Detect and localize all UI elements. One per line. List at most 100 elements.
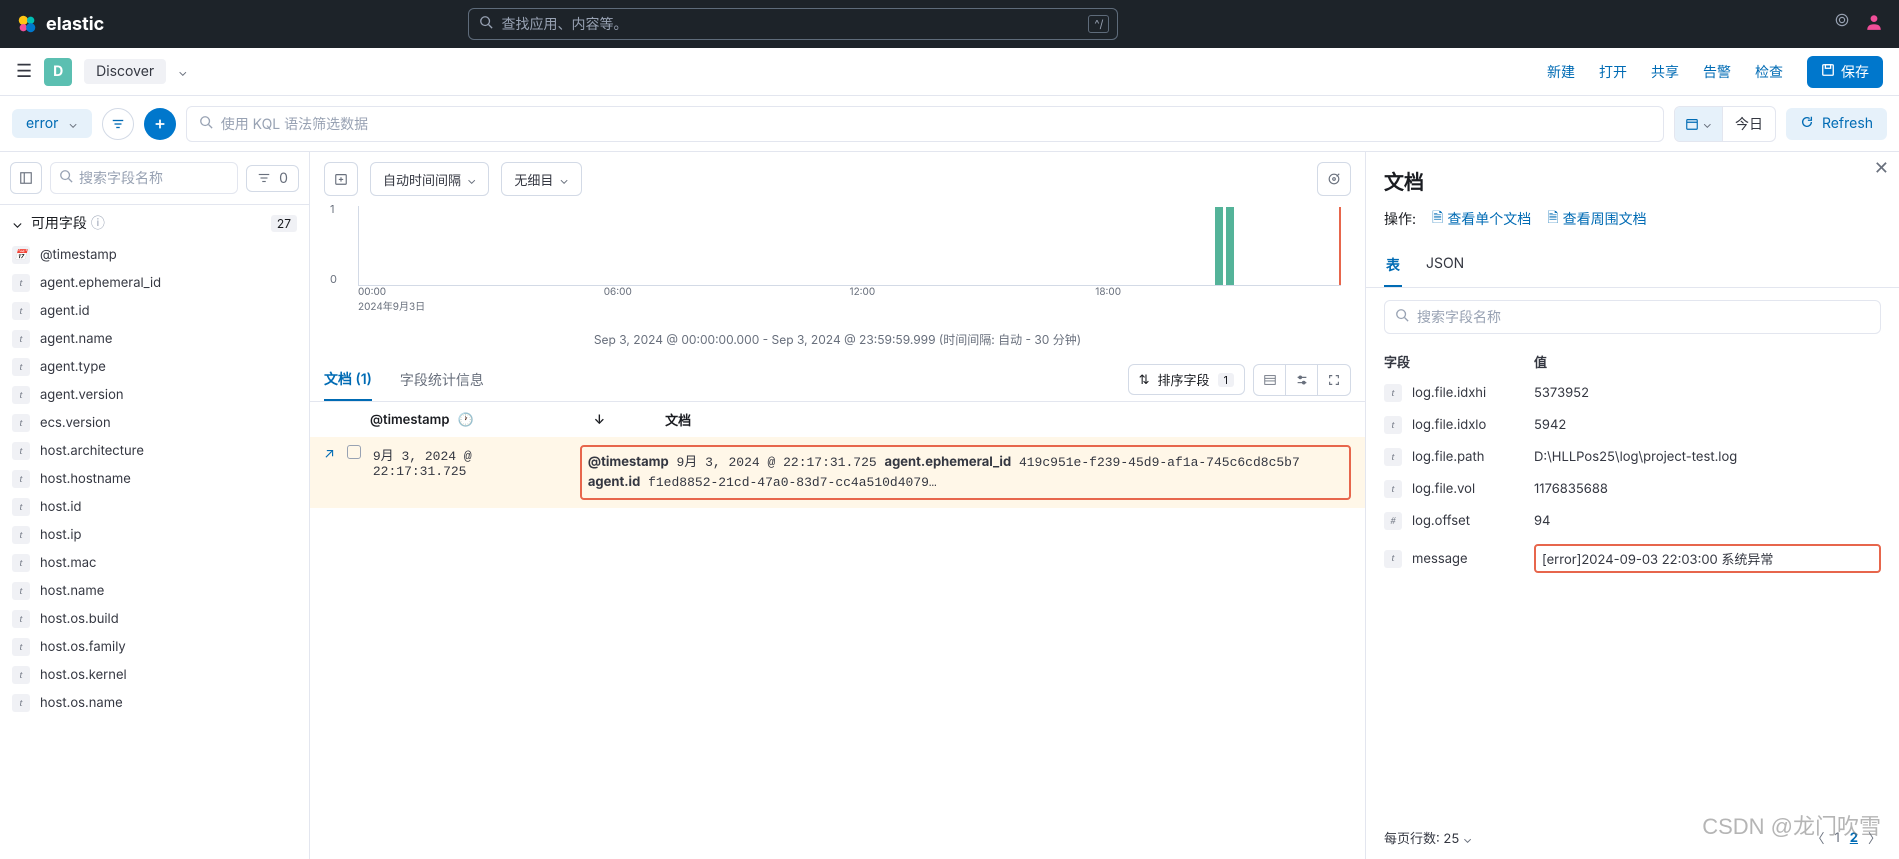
flyout-field-search[interactable]: 搜索字段名称 — [1384, 300, 1881, 334]
next-page-icon[interactable]: 〉 — [1868, 828, 1881, 847]
sort-fields-button[interactable]: ⇅ 排序字段 1 — [1128, 364, 1245, 395]
interval-selector[interactable]: 自动时间间隔 ⌄ — [370, 162, 489, 196]
chevron-down-icon[interactable]: ⌄ — [178, 64, 187, 79]
x-tick-time: 00:00 — [358, 286, 386, 298]
doc-table-header: @timestamp 🕐 ↓ 文档 — [310, 402, 1365, 437]
fields-filter-button[interactable]: 0 — [246, 165, 299, 192]
add-filter-button[interactable] — [144, 108, 176, 140]
nav-toggle-icon[interactable]: ☰ — [16, 61, 32, 82]
field-item[interactable]: thost.os.kernel — [0, 661, 309, 689]
open-link[interactable]: 打开 — [1599, 62, 1627, 82]
field-item[interactable]: thost.architecture — [0, 437, 309, 465]
field-value: 5942 — [1534, 417, 1881, 433]
kv-row[interactable]: tlog.file.idxlo5942 — [1366, 409, 1899, 441]
field-item[interactable]: thost.os.name — [0, 689, 309, 717]
inspect-link[interactable]: 检查 — [1755, 62, 1783, 82]
col-document[interactable]: 文档 — [665, 410, 691, 429]
row-checkbox[interactable] — [347, 445, 361, 459]
date-picker[interactable]: ⌄ 今日 — [1674, 106, 1776, 142]
field-item[interactable]: thost.id — [0, 493, 309, 521]
field-name: host.id — [40, 499, 81, 515]
kv-row[interactable]: tmessage[error]2024-09-03 22:03:00 系统异常 — [1366, 537, 1899, 580]
col-timestamp[interactable]: @timestamp — [370, 412, 449, 428]
available-fields-header[interactable]: ⌄可用字段 ⓘ 27 — [0, 205, 309, 241]
new-link[interactable]: 新建 — [1547, 62, 1575, 82]
field-name: host.name — [40, 583, 104, 599]
app-switcher[interactable]: Discover — [84, 59, 166, 84]
alert-link[interactable]: 告警 — [1703, 62, 1731, 82]
interval-label: 自动时间间隔 — [383, 170, 461, 189]
page-1[interactable]: 1 — [1834, 830, 1839, 846]
fields-search-input[interactable]: 搜索字段名称 — [50, 162, 238, 194]
elastic-logo[interactable]: elastic — [16, 13, 104, 35]
view-surrounding-docs-link[interactable]: 🗎 查看周围文档 — [1547, 207, 1646, 231]
close-icon[interactable]: ✕ — [1874, 158, 1889, 179]
tab-documents[interactable]: 文档 (1) — [324, 359, 372, 401]
rows-per-page[interactable]: 每页行数: 25 ⌄ — [1384, 828, 1472, 847]
kv-row[interactable]: tlog.file.idxhi5373952 — [1366, 377, 1899, 409]
field-item[interactable]: thost.mac — [0, 549, 309, 577]
chevron-down-icon: ⌄ — [467, 172, 476, 187]
field-type-icon: t — [12, 582, 30, 600]
global-search-input[interactable]: 查找应用、内容等。 ^/ — [468, 8, 1118, 40]
kv-row[interactable]: #log.offset94 — [1366, 505, 1899, 537]
field-item[interactable]: tagent.version — [0, 381, 309, 409]
row-document: @timestamp 9月 3, 2024 @ 22:17:31.725 age… — [580, 445, 1351, 500]
add-panel-button[interactable] — [324, 162, 358, 196]
field-type-icon: t — [12, 554, 30, 572]
field-type-icon: t — [12, 414, 30, 432]
user-avatar-icon[interactable] — [1865, 13, 1883, 35]
help-icon[interactable] — [1835, 13, 1849, 35]
fullscreen-icon[interactable] — [1318, 365, 1350, 395]
share-link[interactable]: 共享 — [1651, 62, 1679, 82]
tab-table[interactable]: 表 — [1384, 245, 1402, 287]
field-item[interactable]: tagent.type — [0, 353, 309, 381]
chevron-down-icon: ⌄ — [1463, 831, 1472, 846]
calendar-icon-button[interactable]: ⌄ — [1675, 107, 1723, 141]
breakdown-label: 无细目 — [514, 170, 553, 189]
prev-page-icon[interactable]: 〈 — [1811, 828, 1824, 847]
chevron-down-icon: ⌄ — [68, 116, 77, 131]
kql-query-input[interactable]: 使用 KQL 语法筛选数据 — [186, 106, 1664, 142]
field-item[interactable]: thost.hostname — [0, 465, 309, 493]
field-item[interactable]: thost.os.family — [0, 633, 309, 661]
chart-options-button[interactable] — [1317, 162, 1351, 196]
kv-row[interactable]: tlog.file.vol1176835688 — [1366, 473, 1899, 505]
chart-controls: 自动时间间隔 ⌄ 无细目 ⌄ — [310, 152, 1365, 206]
data-view-selector[interactable]: error ⌄ — [12, 109, 92, 138]
histogram-chart[interactable]: 1 0 00:002024年9月3日 06:00 12:00 18:00 — [310, 206, 1365, 321]
field-item[interactable]: tagent.id — [0, 297, 309, 325]
toggle-fields-icon[interactable] — [10, 162, 42, 194]
field-item[interactable]: tecs.version — [0, 409, 309, 437]
kv-row[interactable]: tlog.file.pathD:\HLLPos25\log\project-te… — [1366, 441, 1899, 473]
tab-json[interactable]: JSON — [1424, 245, 1466, 287]
filter-bar: error ⌄ 使用 KQL 语法筛选数据 ⌄ 今日 Refresh — [0, 96, 1899, 152]
view-single-doc-link[interactable]: 🗎 查看单个文档 — [1432, 207, 1531, 231]
density-icon[interactable] — [1254, 365, 1286, 395]
doc-table-row[interactable]: ↗ 9月 3, 2024 @ 22:17:31.725 @timestamp 9… — [310, 437, 1365, 508]
save-icon — [1821, 63, 1835, 81]
chart-bar — [1226, 207, 1234, 285]
expand-row-icon[interactable]: ↗ — [324, 445, 335, 462]
doc-icon: 🗎 — [1547, 207, 1558, 231]
row-timestamp: 9月 3, 2024 @ 22:17:31.725 — [373, 445, 568, 479]
field-item[interactable]: tagent.name — [0, 325, 309, 353]
field-item[interactable]: t host.name — [0, 577, 309, 605]
field-item[interactable]: tagent.ephemeral_id — [0, 269, 309, 297]
filter-settings-button[interactable] — [102, 108, 134, 140]
field-type-icon: # — [1384, 512, 1402, 530]
breakdown-selector[interactable]: 无细目 ⌄ — [501, 162, 581, 196]
tab-field-stats[interactable]: 字段统计信息 — [400, 360, 484, 400]
sort-desc-icon[interactable]: ↓ — [594, 412, 605, 428]
refresh-button[interactable]: Refresh — [1786, 108, 1887, 140]
field-type-icon: t — [12, 442, 30, 460]
field-name: host.os.build — [40, 611, 119, 627]
date-range-text: 今日 — [1723, 114, 1775, 134]
field-item[interactable]: thost.ip — [0, 521, 309, 549]
settings-icon[interactable] — [1286, 365, 1318, 395]
save-button[interactable]: 保存 — [1807, 56, 1883, 88]
field-item[interactable]: 📅@timestamp — [0, 241, 309, 269]
field-item[interactable]: thost.os.build — [0, 605, 309, 633]
fields-toolbar: 搜索字段名称 0 — [0, 152, 309, 205]
page-2[interactable]: 2 — [1850, 830, 1858, 846]
